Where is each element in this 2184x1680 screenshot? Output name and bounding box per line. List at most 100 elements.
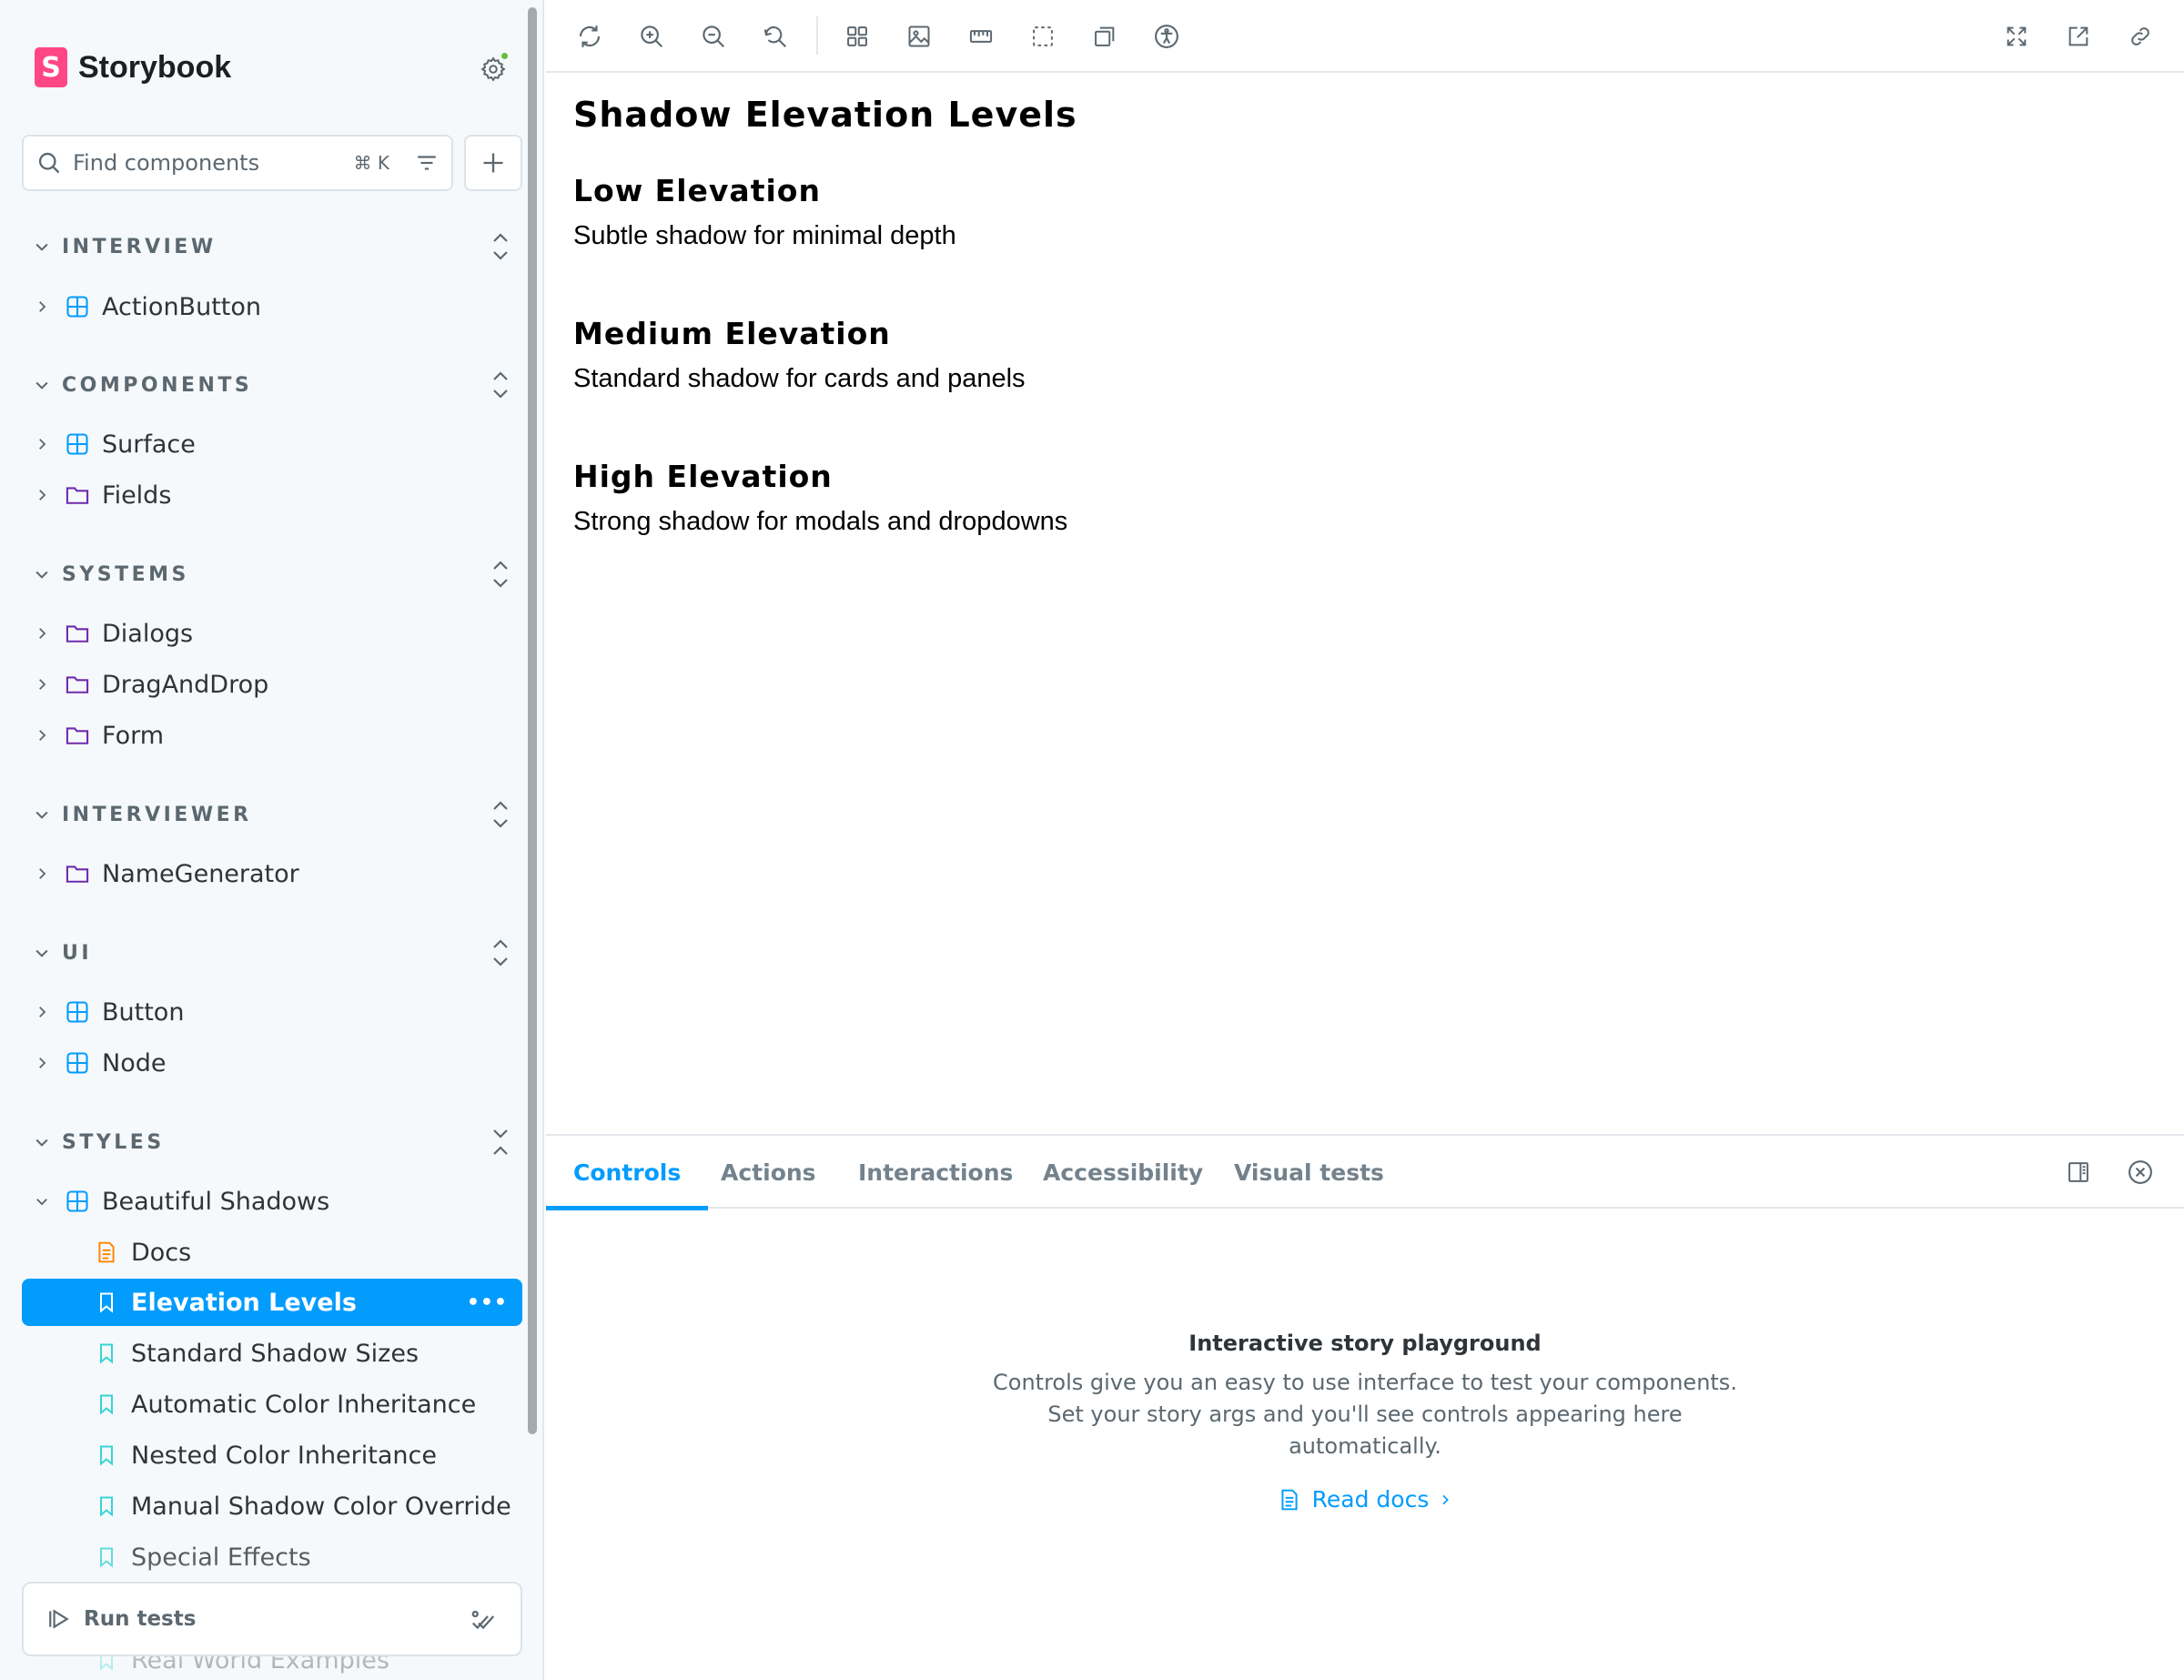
tab-actions[interactable]: Actions: [721, 1136, 816, 1209]
create-button[interactable]: [464, 135, 522, 191]
play-icon: [49, 1609, 69, 1629]
expand-all-button[interactable]: [488, 556, 513, 592]
sidebar-item-label: ActionButton: [102, 292, 261, 321]
read-docs-link[interactable]: Read docs: [1278, 1486, 1453, 1513]
sidebar-story-automatic-color-inheritance[interactable]: Automatic Color Inheritance: [22, 1381, 522, 1428]
folder-icon: [64, 482, 91, 508]
chevron-down-icon: [35, 949, 48, 957]
sidebar-item-beautiful-shadows[interactable]: Beautiful Shadows: [33, 1178, 522, 1225]
filter-icon[interactable]: [415, 151, 439, 175]
sidebar: S Storybook ⌘ K INTERVIEW ActionButton C…: [0, 0, 544, 1680]
viewport-button[interactable]: [1087, 18, 1123, 55]
grid-button[interactable]: [839, 18, 875, 55]
component-icon: [64, 431, 91, 457]
elevation-section-high: High Elevation Strong shadow for modals …: [573, 459, 1067, 537]
more-options-icon[interactable]: •••: [467, 1291, 508, 1314]
background-button[interactable]: [901, 18, 937, 55]
expand-all-button[interactable]: [488, 796, 513, 833]
expand-collapse-icon: [493, 233, 508, 260]
component-icon: [64, 1189, 91, 1214]
tab-accessibility[interactable]: Accessibility: [1043, 1136, 1203, 1209]
close-panel-button[interactable]: [2122, 1154, 2159, 1190]
tab-visual-tests[interactable]: Visual tests: [1234, 1136, 1384, 1209]
tab-controls[interactable]: Controls: [545, 1136, 709, 1210]
storybook-logo[interactable]: S Storybook: [35, 47, 231, 87]
collapse-all-button[interactable]: [488, 1124, 513, 1160]
sidebar-item-actionbutton[interactable]: ActionButton: [33, 283, 522, 330]
expand-icon: [2007, 26, 2027, 46]
sidebar-item-namegenerator[interactable]: NameGenerator: [33, 850, 522, 897]
elevation-section-low: Low Elevation Subtle shadow for minimal …: [573, 173, 956, 251]
sidebar-scrollbar[interactable]: [528, 7, 537, 1434]
toolbar-divider: [816, 16, 818, 55]
settings-button[interactable]: [475, 51, 511, 87]
sidebar-item-form[interactable]: Form: [33, 712, 522, 759]
plus-icon: [483, 153, 503, 173]
fullscreen-button[interactable]: [1998, 18, 2035, 55]
accessibility-button[interactable]: [1148, 18, 1185, 55]
story-title: Shadow Elevation Levels: [573, 95, 1077, 135]
zoom-in-button[interactable]: [633, 18, 670, 55]
chevron-right-icon: [33, 436, 51, 452]
test-settings-icon[interactable]: [470, 1607, 497, 1638]
story-label: Automatic Color Inheritance: [131, 1390, 477, 1419]
panel-orientation-button[interactable]: [2060, 1154, 2097, 1190]
document-icon: [93, 1240, 120, 1265]
group-header-ui[interactable]: UI: [33, 935, 513, 971]
expand-all-button[interactable]: [488, 367, 513, 403]
open-in-new-tab-button[interactable]: [2060, 18, 2097, 55]
sidebar-item-fields[interactable]: Fields: [33, 471, 522, 519]
bookmark-icon: [93, 1493, 120, 1519]
reset-zoom-button[interactable]: [757, 18, 794, 55]
expand-collapse-icon: [493, 939, 508, 967]
group-label: SYSTEMS: [62, 562, 189, 586]
tab-interactions[interactable]: Interactions: [858, 1136, 1013, 1209]
chevron-right-icon: [33, 625, 51, 642]
sidebar-story-elevation-levels[interactable]: Elevation Levels •••: [22, 1279, 522, 1326]
bookmark-icon: [93, 1290, 120, 1315]
expand-all-button[interactable]: [488, 935, 513, 971]
sidebar-story-nested-color-inheritance[interactable]: Nested Color Inheritance: [22, 1432, 522, 1479]
folder-icon: [64, 621, 91, 646]
remount-button[interactable]: [571, 18, 608, 55]
read-docs-label: Read docs: [1311, 1486, 1430, 1513]
group-header-interview[interactable]: INTERVIEW: [33, 228, 513, 265]
outline-button[interactable]: [1025, 18, 1061, 55]
measure-button[interactable]: [963, 18, 999, 55]
run-tests-label: Run tests: [84, 1607, 197, 1631]
sidebar-alt-icon: [2068, 1162, 2088, 1182]
sidebar-item-button[interactable]: Button: [33, 988, 522, 1036]
group-header-systems[interactable]: SYSTEMS: [33, 556, 513, 592]
run-tests-button[interactable]: Run tests: [22, 1582, 522, 1656]
section-description: Strong shadow for modals and dropdowns: [573, 507, 1068, 536]
search-input[interactable]: [73, 150, 354, 176]
sidebar-item-node[interactable]: Node: [33, 1039, 522, 1087]
sidebar-story-special-effects[interactable]: Special Effects: [22, 1533, 522, 1581]
sidebar-story-docs[interactable]: Docs: [22, 1229, 522, 1276]
ruler-icon: [969, 30, 993, 43]
sidebar-item-label: Dialogs: [102, 619, 194, 648]
story-preview: Shadow Elevation Levels Low Elevation Su…: [546, 75, 2184, 1134]
folder-icon: [64, 672, 91, 697]
group-header-styles[interactable]: STYLES: [33, 1124, 513, 1160]
group-header-interviewer[interactable]: INTERVIEWER: [33, 796, 513, 833]
sidebar-item-dialogs[interactable]: Dialogs: [33, 610, 522, 657]
sidebar-story-manual-shadow-color-override[interactable]: Manual Shadow Color Override: [22, 1483, 522, 1530]
story-label: Manual Shadow Color Override: [131, 1492, 511, 1521]
group-header-components[interactable]: COMPONENTS: [33, 367, 513, 403]
controls-empty-state: Interactive story playground Controls gi…: [546, 1331, 2184, 1516]
sidebar-item-label: Surface: [102, 430, 196, 459]
sidebar-item-surface[interactable]: Surface: [33, 420, 522, 468]
sidebar-item-draganddrop[interactable]: DragAndDrop: [33, 661, 522, 708]
copy-link-button[interactable]: [2122, 18, 2159, 55]
search-box[interactable]: ⌘ K: [22, 135, 453, 191]
expand-all-button[interactable]: [488, 228, 513, 265]
bookmark-icon: [93, 1341, 120, 1366]
story-label: Standard Shadow Sizes: [131, 1339, 420, 1368]
section-description: Standard shadow for cards and panels: [573, 364, 1026, 393]
sidebar-story-standard-shadow-sizes[interactable]: Standard Shadow Sizes: [22, 1330, 522, 1377]
group-label: COMPONENTS: [62, 373, 253, 397]
collapse-icon: [493, 1129, 508, 1155]
zoom-out-button[interactable]: [695, 18, 732, 55]
addon-tabs: Controls Actions Interactions Accessibil…: [545, 1136, 2184, 1210]
